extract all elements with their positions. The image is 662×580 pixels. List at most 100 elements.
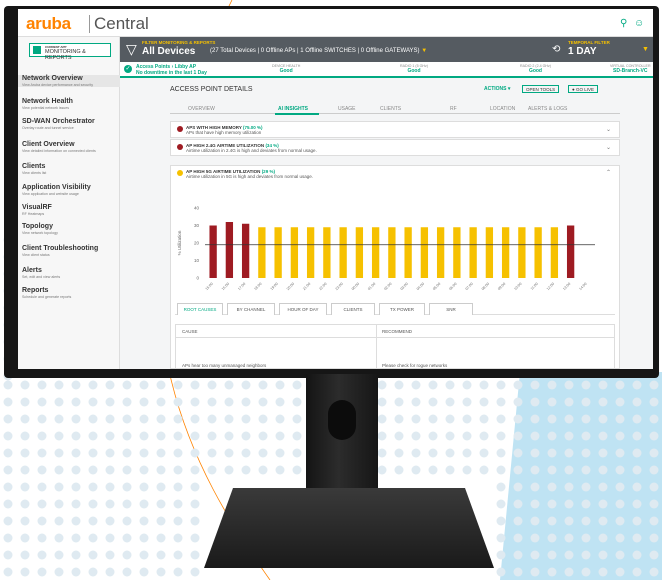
subtab-snr[interactable]: SNR [429,303,473,315]
background-dot [649,448,659,458]
chevron-up-icon[interactable]: ⌃ [606,169,611,176]
sidebar-item-network-overview[interactable]: Network Overview View Aruba device perfor… [18,75,120,87]
background-dot [207,448,217,458]
bar [566,225,575,278]
chevron-down-icon[interactable]: ⌄ [606,144,611,151]
sidebar-item-topology[interactable]: Topology View network topology [18,223,120,235]
background-dot [649,499,659,509]
severity-dot [177,170,183,176]
app-grid-icon [33,46,41,54]
background-dot [564,567,574,577]
sidebar-item-network-health[interactable]: Network Health View potential network iss… [18,98,120,110]
background-dot [598,431,608,441]
background-dot [496,465,506,475]
background-dot [411,380,421,390]
sidebar-item-client-overview[interactable]: Client Overview View detailed information… [18,141,120,153]
background-dot [530,550,540,560]
sidebar-item-sd-wan-orchestrator[interactable]: SD-WAN Orchestrator Overlay route and tun… [18,118,120,130]
current-app-switcher[interactable]: CURRENT APP MONITORING & REPORTS [29,43,111,61]
background-dot [54,448,64,458]
chevron-down-icon: ▾ [507,86,511,92]
chevron-down-icon[interactable]: ⌄ [606,126,611,133]
actions-menu[interactable]: ACTIONS ▾ [484,86,510,92]
background-dot [513,431,523,441]
background-dot [156,482,166,492]
insight-card-high-memory[interactable]: APS WITH HIGH MEMORY (75.00 %) APs that … [170,121,620,138]
background-dot [190,482,200,492]
sidebar-item-reports[interactable]: Reports Schedule and generate reports [18,287,120,299]
background-dot [190,465,200,475]
background-dot [530,533,540,543]
background-dot [139,465,149,475]
tab-usage[interactable]: USAGE [338,106,356,112]
sidebar-item-client-troubleshooting[interactable]: Client Troubleshooting View client status [18,245,120,257]
background-dot [173,431,183,441]
subtab-root-causes[interactable]: ROOT CAUSES [177,303,223,315]
temporal-dropdown-icon[interactable]: ▼ [642,46,649,53]
background-dot [258,397,268,407]
insight-card-24g-airtime[interactable]: AP HIGH 2.4G AIRTIME UTILIZATION (34 %) … [170,139,620,156]
background-dot [530,516,540,526]
background-dot [37,550,47,560]
filter-bar[interactable]: ▽ FILTER MONITORING & REPORTS All Device… [120,37,653,62]
tab-rf[interactable]: RF [450,106,457,112]
tab-location[interactable]: LOCATION [490,106,515,112]
sidebar-item-application-visibility[interactable]: Application Visibility View application a… [18,184,120,196]
sidebar-item-desc: View application and website usage [22,192,79,196]
background-dot [156,550,166,560]
background-dot [156,499,166,509]
background-dot [20,516,30,526]
background-dot [105,533,115,543]
filter-title[interactable]: All Devices [142,46,195,57]
tab-overview[interactable]: OVERVIEW [188,106,215,112]
active-tab-indicator [275,113,319,115]
subtab-clients[interactable]: CLIENTS [331,303,375,315]
tab-ai-insights[interactable]: AI INSIGHTS [278,106,308,112]
sidebar: CURRENT APP MONITORING & REPORTS Network… [18,37,120,369]
background-dot [564,482,574,492]
background-dot [377,448,387,458]
background-dot [292,431,302,441]
background-dot [139,397,149,407]
temporal-filter-value[interactable]: 1 DAY [568,46,597,57]
background-dot [139,431,149,441]
background-dot [71,516,81,526]
dropdown-icon[interactable]: ▼ [421,48,427,54]
background-dot [71,550,81,560]
y-axis-label: % Utilization [177,230,182,255]
sidebar-item-label: VisualRF [22,204,52,211]
bar [355,227,364,278]
subtab-hour-of-day[interactable]: HOUR OF DAY [279,303,327,315]
background-dot [88,499,98,509]
subtab-by-channel[interactable]: BY CHANNEL [227,303,275,315]
background-dot [649,516,659,526]
background-dot [564,533,574,543]
background-dot [479,465,489,475]
open-tools-button[interactable]: OPEN TOOLS [522,85,560,93]
tab-clients[interactable]: CLIENTS [380,106,401,112]
background-dot [513,380,523,390]
table-divider [376,325,377,369]
go-live-button[interactable]: ● GO LIVE [568,85,598,93]
background-dot [3,516,13,526]
sidebar-item-alerts[interactable]: Alerts Set, edit and view alerts [18,267,120,279]
background-dot [581,465,591,475]
search-icon[interactable]: ⚲ [620,18,627,29]
background-dot [20,567,30,577]
background-dot [598,397,608,407]
sidebar-item-visualrf[interactable]: VisualRF RF Heatmaps [18,204,120,216]
sidebar-item-clients[interactable]: Clients View clients list [18,163,120,175]
background-dot [88,482,98,492]
user-icon[interactable]: ☺ [634,18,644,29]
subtab-tx-power[interactable]: TX POWER [379,303,425,315]
background-dot [190,380,200,390]
filter-icon[interactable]: ▽ [126,41,137,58]
sidebar-item-desc: View Aruba device performance and securi… [22,83,94,87]
aruba-logo[interactable]: aruba [26,14,71,34]
background-dot [564,465,574,475]
x-tick-label: 07:00 [465,282,474,291]
tab-alerts-logs[interactable]: ALERTS & LOGS [528,106,567,112]
bar [388,227,396,278]
background-dot [377,397,387,407]
background-dot [547,567,557,577]
